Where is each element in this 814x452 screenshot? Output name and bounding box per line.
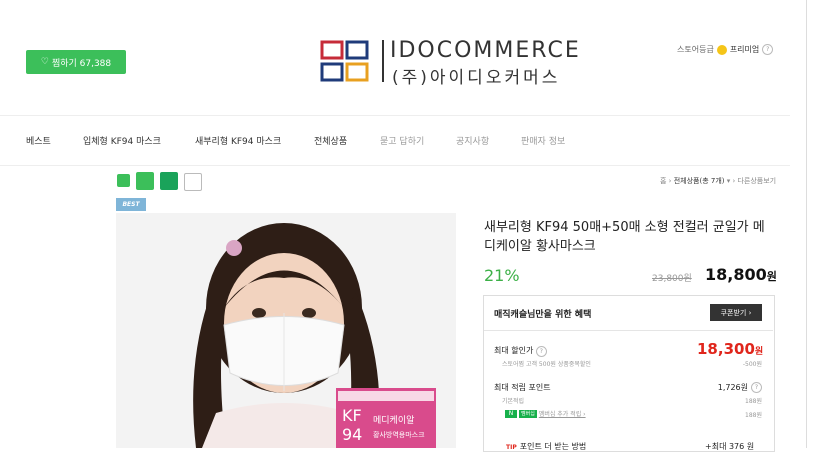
nav-item-3d-mask[interactable]: 입체형 KF94 마스크 (83, 134, 161, 147)
max-discount-value: 18,300 (697, 340, 755, 358)
band-share-icon[interactable] (136, 172, 154, 190)
nav-item-seller[interactable]: 판매자 정보 (521, 134, 565, 147)
tip-row[interactable]: TIP 포인트 더 받는 방법 (506, 441, 586, 452)
breadcrumb-current[interactable]: 전체상품(총 7개) (674, 177, 725, 185)
nav-item-beak-mask[interactable]: 새부리형 KF94 마스크 (195, 134, 281, 147)
help-icon[interactable]: ? (535, 346, 547, 357)
coupon-button[interactable]: 쿠폰받기 › (710, 304, 762, 321)
bookmark-share-icon[interactable] (160, 172, 178, 190)
share-icon[interactable] (184, 173, 202, 191)
store-grade-label: 스토어등급 (677, 45, 714, 54)
wishlist-button[interactable]: ♡ 찜하기 67,388 (26, 50, 126, 74)
discount-detail-value: -500원 (742, 361, 762, 368)
sale-price-unit: 원 (766, 270, 777, 283)
membership-row: N 멤버십 멤버십 추가 적립 › (505, 409, 586, 418)
tip-value: +최대 376 원 (705, 442, 755, 451)
grade-medal-icon (716, 44, 727, 55)
sale-price: 18,800원 (705, 265, 777, 284)
help-icon[interactable]: ? (762, 44, 774, 55)
box-brand-text: 메디케이알 (373, 415, 414, 426)
breadcrumb: 홈 › 전체상품(총 7개) ▾ › 다른상품보기 (660, 177, 777, 185)
nav-item-all[interactable]: 전체상품 (314, 134, 347, 147)
box-kf-text: KF (342, 406, 362, 425)
logo-text-en: IDOCOMMERCE (390, 38, 581, 63)
max-discount-price: 18,300원 (697, 340, 763, 358)
store-grade-value: 프리미엄 (729, 45, 760, 54)
breadcrumb-home[interactable]: 홈 (660, 177, 666, 185)
nav-item-notice[interactable]: 공지사항 (456, 134, 489, 147)
logo-divider (382, 40, 384, 82)
store-grade: 스토어등급 프리미엄 ? (677, 44, 774, 55)
nav-item-qna[interactable]: 묻고 답하기 (380, 134, 424, 147)
product-image[interactable]: KF 94 메디케이알 황사방역용마스크 (116, 213, 456, 448)
chevron-down-icon[interactable]: ▾ (727, 177, 731, 185)
divider (484, 330, 773, 331)
max-discount-unit: 원 (754, 347, 764, 357)
discount-rate: 21% (484, 266, 520, 285)
benefits-title: 매직캐슬님만을 위한 혜택 (494, 310, 592, 320)
logo-icon (320, 40, 369, 82)
wishlist-label: 찜하기 67,388 (51, 58, 112, 69)
max-points-value: 1,726원 (717, 383, 748, 392)
membership-value: 188원 (745, 412, 762, 419)
box-sub-text: 황사방역용마스크 (373, 430, 425, 439)
box-94-text: 94 (342, 425, 362, 444)
best-badge: BEST (116, 198, 146, 211)
heart-icon: ♡ (40, 57, 49, 67)
discount-detail: 스토어찜 고객 500원 상품중복할인 (502, 361, 591, 368)
npay-plus-badge: 멤버십 (519, 409, 537, 418)
nav-item-best[interactable]: 베스트 (26, 134, 51, 147)
max-discount-label: 최대 할인가 ? (494, 345, 547, 357)
breadcrumb-next[interactable]: 다른상품보기 (737, 177, 776, 185)
product-title: 새부리형 KF94 50매+50매 소형 전컬러 균일가 메디케이알 황사마스크 (484, 220, 765, 254)
membership-link[interactable]: 멤버십 추가 적립 › (539, 409, 586, 418)
logo-text-ko: (주)아이디오커머스 (392, 68, 561, 88)
base-points-label: 기본적립 (502, 398, 525, 405)
base-points-value: 188원 (745, 398, 762, 405)
help-icon[interactable]: ? (751, 382, 762, 393)
max-discount-label-text: 최대 할인가 (494, 346, 534, 355)
npay-icon: N (505, 409, 517, 418)
divider (0, 165, 790, 166)
tip-label: 포인트 더 받는 방법 (519, 442, 587, 451)
sale-price-value: 18,800 (705, 265, 767, 284)
max-points-label: 최대 적립 포인트 (494, 383, 551, 392)
blog-share-icon[interactable] (117, 174, 130, 187)
side-panel (806, 0, 814, 448)
product-photo-illustration: KF 94 메디케이알 황사방역용마스크 (116, 213, 456, 448)
original-price: 23,800원 (652, 274, 692, 284)
divider (0, 115, 790, 116)
